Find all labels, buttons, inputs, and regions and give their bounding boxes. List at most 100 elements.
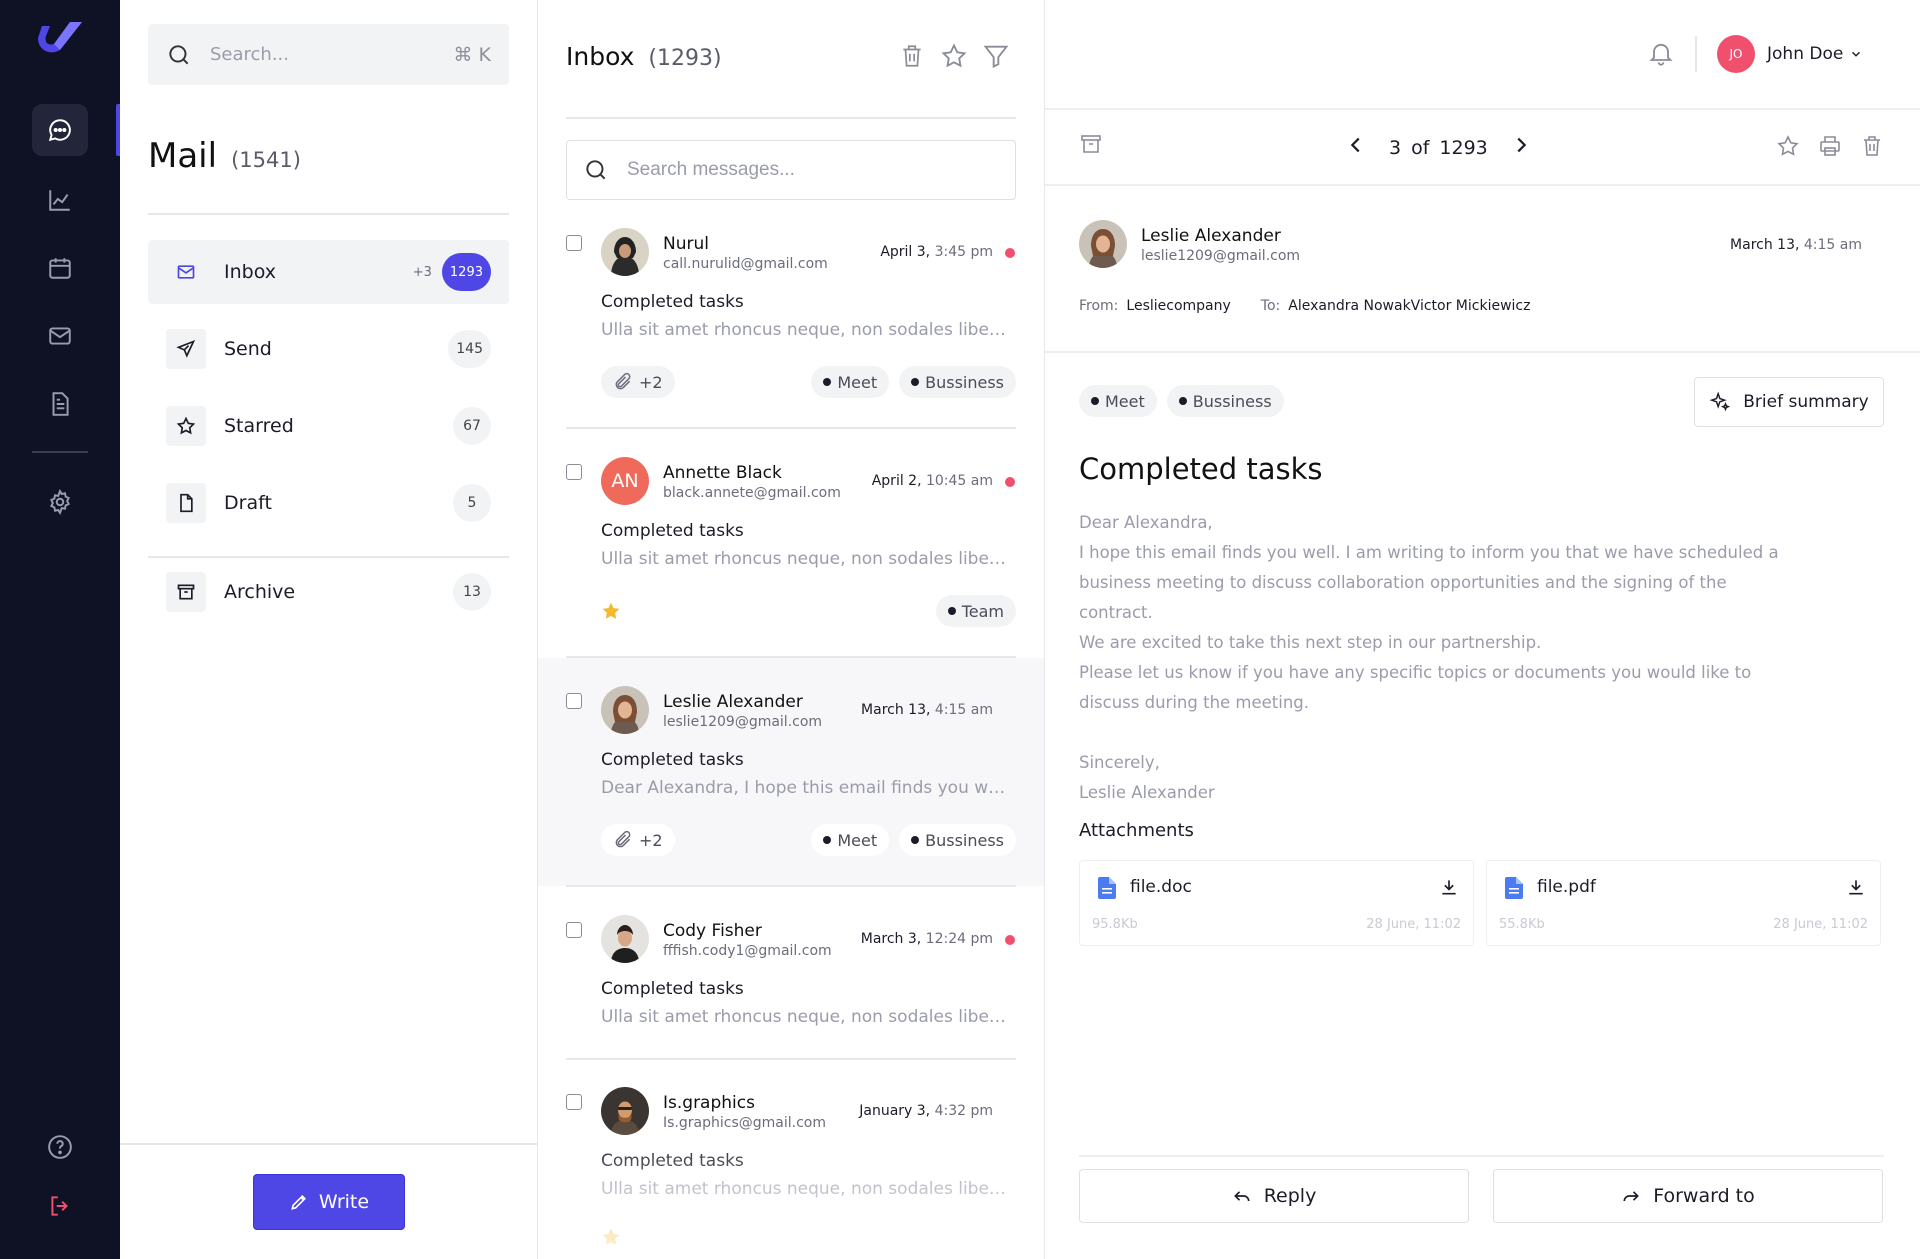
message-checkbox[interactable]	[566, 922, 582, 938]
body-line: I hope this email finds you well. I am w…	[1079, 543, 1779, 562]
folder-icon-wrap	[166, 483, 206, 523]
global-search[interactable]: Search... ⌘ K	[148, 24, 509, 85]
unread-dot	[1005, 935, 1015, 945]
reply-icon	[1233, 1191, 1250, 1202]
folder-label: Inbox	[224, 261, 276, 283]
reply-button[interactable]: Reply	[1079, 1169, 1469, 1223]
search-icon	[169, 44, 189, 64]
chevron-left-icon	[1350, 137, 1360, 153]
message-preview: Ulla sit amet rhoncus neque, non sodales…	[601, 1007, 1011, 1027]
folder-send[interactable]: Send 145	[148, 317, 509, 381]
message-tags: Meet Bussiness	[811, 366, 1016, 398]
message-date: March 13, 4:15 am	[861, 702, 993, 718]
delete-button[interactable]	[1860, 134, 1884, 162]
divider	[1695, 36, 1697, 72]
archive-button[interactable]	[1079, 132, 1103, 160]
download-button[interactable]	[1846, 877, 1866, 901]
brief-summary-button[interactable]: Brief summary	[1694, 377, 1884, 427]
page-total: 1293	[1439, 136, 1488, 159]
unread-dot	[1005, 248, 1015, 258]
attachment-card[interactable]: file.doc 95.8Kb 28 June, 11:02	[1079, 860, 1474, 946]
message-checkbox[interactable]	[566, 464, 582, 480]
folder-icon-wrap	[166, 406, 206, 446]
user-name: John Doe	[1767, 44, 1844, 64]
attachment-chip[interactable]: +2	[601, 824, 675, 856]
forward-button[interactable]: Forward to	[1493, 1169, 1883, 1223]
message-search[interactable]	[566, 140, 1016, 200]
message-subject: Completed tasks	[601, 979, 744, 999]
page-title: Mail (1541)	[148, 136, 301, 176]
tag-chip[interactable]: Bussiness	[899, 366, 1016, 398]
pager: 3 of 1293	[1345, 134, 1532, 161]
next-button[interactable]	[1510, 134, 1532, 161]
rail-logout[interactable]	[32, 1180, 88, 1232]
avatar	[1079, 220, 1127, 268]
sender-email: Is.graphics@gmail.com	[663, 1115, 826, 1131]
sender-email: leslie1209@gmail.com	[1141, 248, 1301, 264]
folder-icon-wrap	[166, 252, 206, 292]
message-search-input[interactable]	[627, 159, 967, 181]
attachment-count: +2	[639, 830, 663, 850]
attachment-card[interactable]: file.pdf 55.8Kb 28 June, 11:02	[1486, 860, 1881, 946]
star-button[interactable]	[1776, 134, 1800, 162]
calendar-icon	[49, 258, 71, 279]
message-checkbox[interactable]	[566, 693, 582, 709]
folder-count-badge: 5	[453, 484, 491, 522]
mail-folders-panel: Search... ⌘ K Mail (1541) Inbox +3 1293 …	[120, 0, 538, 1259]
tag-chip[interactable]: Bussiness	[899, 824, 1016, 856]
rail-analytics[interactable]	[32, 174, 88, 226]
prev-button[interactable]	[1345, 134, 1367, 161]
starred-icon[interactable]	[601, 601, 621, 625]
rail-documents[interactable]	[32, 378, 88, 430]
attachment-chip[interactable]: +2	[601, 366, 675, 398]
tag-chip[interactable]: Meet	[1079, 385, 1157, 417]
delete-button[interactable]	[898, 40, 926, 72]
app-logo[interactable]	[32, 16, 88, 60]
tag-chip[interactable]: Bussiness	[1166, 385, 1284, 417]
time: 10:45 am	[925, 473, 993, 489]
time: 3:45 pm	[934, 244, 993, 260]
body-line: Please let us know if you have any speci…	[1079, 663, 1752, 682]
message-checkbox[interactable]	[566, 235, 582, 251]
message-date: April 3, 3:45 pm	[880, 244, 993, 260]
tag-chip[interactable]: Meet	[811, 824, 890, 856]
message-item[interactable]: Cody Fisher fffish.cody1@gmail.com March…	[538, 887, 1044, 1060]
icon-rail	[0, 0, 120, 1259]
shortcut-hint: ⌘ K	[453, 43, 492, 66]
filter-button[interactable]	[982, 40, 1010, 72]
notifications-button[interactable]	[1647, 38, 1675, 72]
attachments-title: Attachments	[1079, 820, 1194, 841]
print-button[interactable]	[1818, 134, 1842, 162]
time: 12:24 pm	[925, 931, 993, 947]
message-item[interactable]: Nurul call.nurulid@gmail.com April 3, 3:…	[538, 200, 1044, 429]
folder-starred[interactable]: Starred 67	[148, 394, 509, 458]
folder-archive[interactable]: Archive 13	[148, 560, 509, 624]
rail-mail[interactable]	[32, 310, 88, 362]
user-menu[interactable]: John Doe	[1767, 44, 1863, 64]
folder-inbox[interactable]: Inbox +3 1293	[148, 240, 509, 304]
pdf-file-icon	[1505, 877, 1523, 903]
inbox-toolbar	[898, 40, 1010, 72]
rail-help[interactable]	[32, 1121, 88, 1173]
message-item[interactable]: Is.graphics Is.graphics@gmail.com Januar…	[538, 1059, 1044, 1259]
download-button[interactable]	[1439, 877, 1459, 901]
folder-draft[interactable]: Draft 5	[148, 471, 509, 535]
message-item[interactable]: AN Annette Black black.annete@gmail.com …	[538, 429, 1044, 658]
write-button[interactable]: Write	[253, 1174, 405, 1230]
inbox-header: Inbox (1293)	[566, 42, 722, 71]
starred-icon[interactable]	[601, 1227, 621, 1251]
tag-chip[interactable]: Meet	[811, 366, 890, 398]
tag-chip[interactable]: Team	[935, 595, 1016, 627]
star-filter-button[interactable]	[940, 40, 968, 72]
date: March 13,	[1730, 237, 1800, 253]
star-icon	[1777, 135, 1799, 156]
rail-calendar[interactable]	[32, 242, 88, 294]
avatar[interactable]: JO	[1717, 35, 1755, 73]
message-item-selected[interactable]: Leslie Alexander leslie1209@gmail.com Ma…	[538, 658, 1044, 887]
rail-settings[interactable]	[32, 476, 88, 528]
message-reader: JO John Doe 3 of 1293 Leslie Alexander l…	[1045, 0, 1920, 1259]
attachment-size: 55.8Kb	[1499, 917, 1545, 932]
rail-messages[interactable]	[32, 104, 88, 156]
divider	[1079, 1155, 1884, 1157]
message-checkbox[interactable]	[566, 1094, 582, 1110]
